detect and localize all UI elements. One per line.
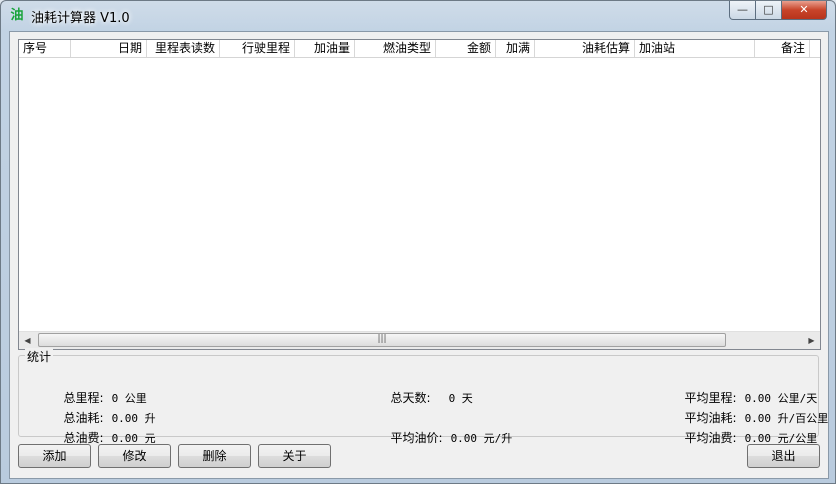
add-button[interactable]: 添加 xyxy=(18,444,91,468)
scroll-left-icon[interactable]: ◀ xyxy=(19,332,36,349)
list-header: 序号 日期 里程表读数 行驶里程 加油量 燃油类型 金额 加满 油耗估算 加油站… xyxy=(19,40,820,58)
maximize-button[interactable]: □ xyxy=(755,1,782,20)
avg-price-value: 0.00 元/升 xyxy=(450,432,513,445)
avg-price-label: 平均油价: xyxy=(390,431,443,445)
app-icon: 油 xyxy=(10,8,24,23)
total-cost-label: 总油费: xyxy=(63,431,104,445)
col-header-odometer[interactable]: 里程表读数 xyxy=(147,40,220,57)
col-header-notes[interactable]: 备注 xyxy=(755,40,810,57)
avg-cost-label: 平均油费: xyxy=(684,431,737,445)
col-header-full[interactable]: 加满 xyxy=(496,40,535,57)
delete-button[interactable]: 删除 xyxy=(178,444,251,468)
window-title: 油耗计算器 V1.0 xyxy=(31,11,130,26)
col-header-amount[interactable]: 金额 xyxy=(436,40,496,57)
edit-button[interactable]: 修改 xyxy=(98,444,171,468)
col-header-consumption[interactable]: 油耗估算 xyxy=(535,40,635,57)
horizontal-scrollbar[interactable]: ◀ ||| ▶ xyxy=(19,331,820,349)
total-days-label: 总天数: xyxy=(390,391,431,405)
app-window: 油 油耗计算器 V1.0 — □ ✕ 序号 日期 里程表读数 行驶里程 加油量 … xyxy=(0,0,836,484)
minimize-button[interactable]: — xyxy=(729,1,756,20)
about-button[interactable]: 关于 xyxy=(258,444,331,468)
stats-title: 统计 xyxy=(25,348,54,365)
scroll-thumb[interactable]: ||| xyxy=(38,333,726,347)
col-header-index[interactable]: 序号 xyxy=(19,40,71,57)
exit-button[interactable]: 退出 xyxy=(747,444,820,468)
client-area: 序号 日期 里程表读数 行驶里程 加油量 燃油类型 金额 加满 油耗估算 加油站… xyxy=(9,31,829,479)
col-header-distance[interactable]: 行驶里程 xyxy=(220,40,295,57)
col-header-fuel-amount[interactable]: 加油量 xyxy=(295,40,355,57)
total-days-value: 0 天 xyxy=(448,392,473,405)
records-list[interactable]: 序号 日期 里程表读数 行驶里程 加油量 燃油类型 金额 加满 油耗估算 加油站… xyxy=(18,39,821,350)
stats-group: 统计 总里程: 0 公里 总油耗: 0.00 升 总油费: 0.00 元 总天数: 0 … xyxy=(18,348,828,445)
col-header-date[interactable]: 日期 xyxy=(71,40,147,57)
close-button[interactable]: ✕ xyxy=(781,1,827,20)
col-header-station[interactable]: 加油站 xyxy=(635,40,755,57)
col-header-fuel-type[interactable]: 燃油类型 xyxy=(355,40,436,57)
scroll-right-icon[interactable]: ▶ xyxy=(803,332,820,349)
total-days: 总天数: 0 天 xyxy=(360,375,473,420)
avg-price: 平均油价: 0.00 元/升 xyxy=(360,415,513,460)
title-bar[interactable]: 油 油耗计算器 V1.0 — □ ✕ xyxy=(1,1,835,31)
